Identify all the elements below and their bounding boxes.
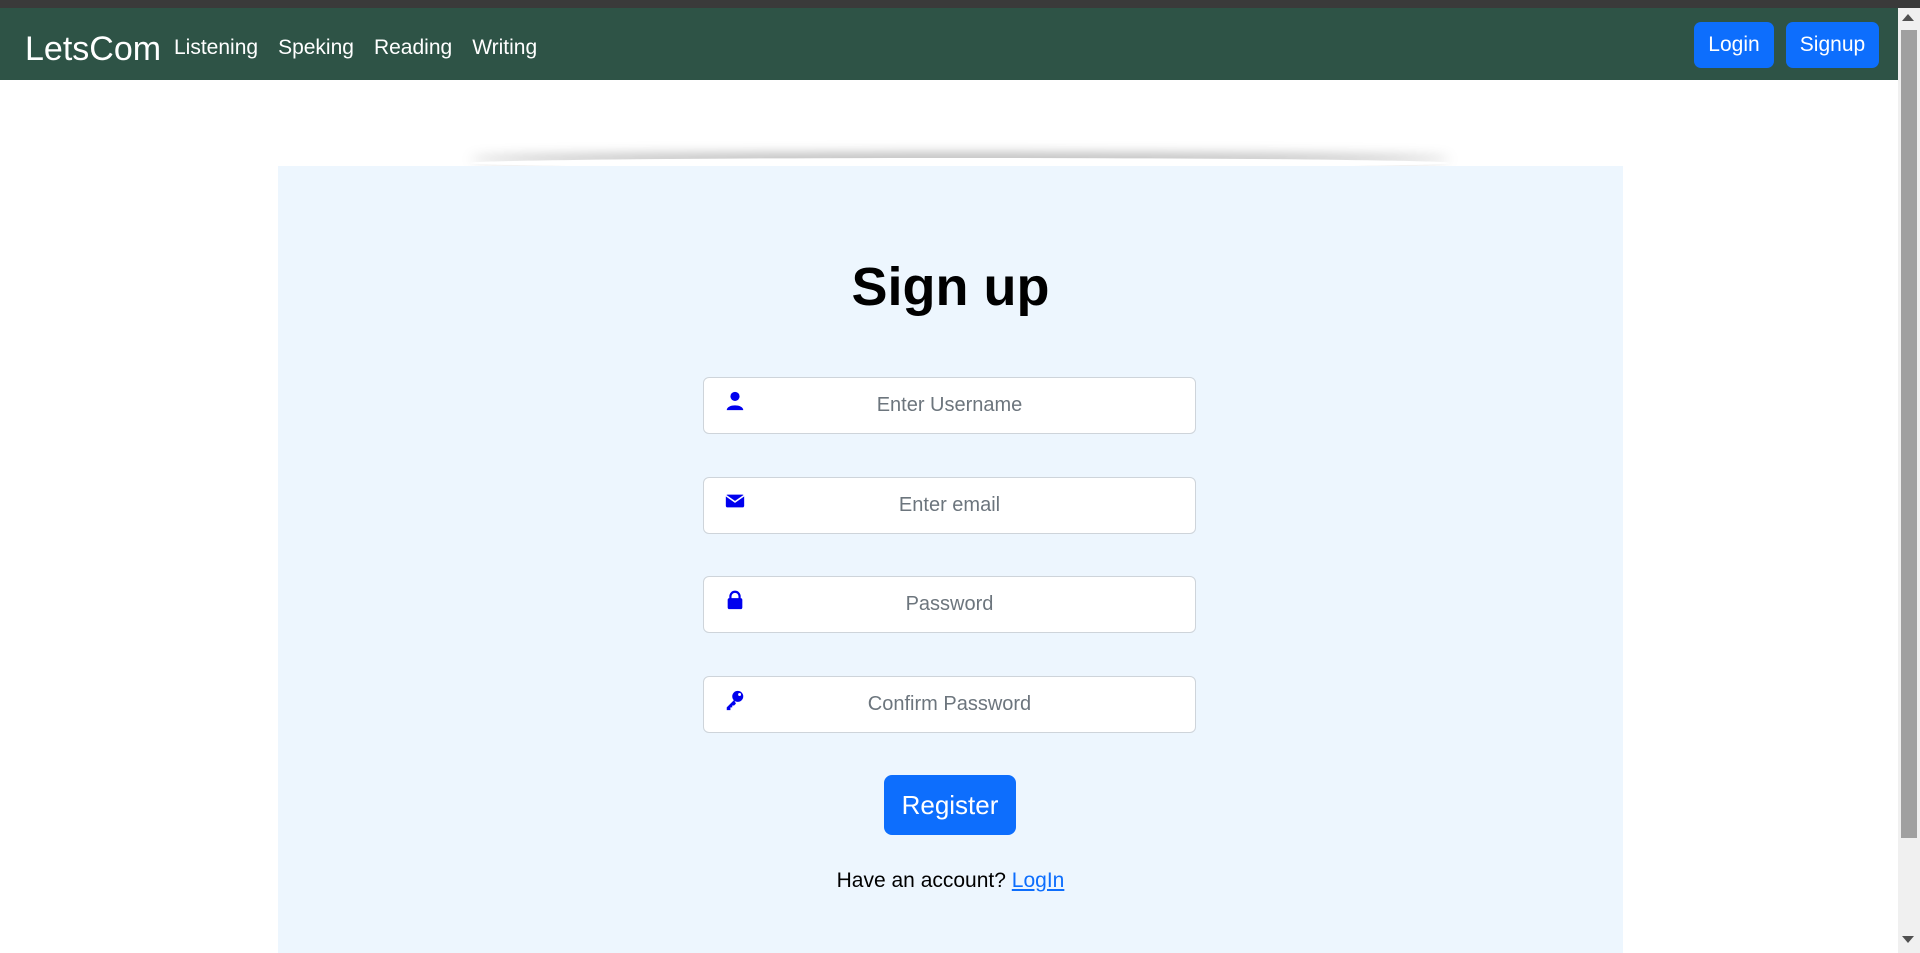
have-account-line: Have an account? LogIn [278,869,1623,893]
password-input[interactable] [704,577,1195,632]
password-field-wrapper [703,576,1196,633]
signup-card: Sign up Register Have an account? [278,166,1623,953]
nav-link-writing[interactable]: Writing [472,28,537,68]
register-button[interactable]: Register [884,775,1016,835]
nav-link-listening[interactable]: Listening [174,28,258,68]
scrollbar-thumb[interactable] [1901,30,1917,838]
have-account-text: Have an account? [836,869,1006,892]
key-icon [726,690,744,711]
brand-logo[interactable]: LetsCom [25,28,161,70]
envelope-icon [725,494,745,508]
nav-link-reading[interactable]: Reading [374,28,452,68]
vertical-scrollbar[interactable] [1898,8,1920,953]
login-link[interactable]: LogIn [1012,869,1065,892]
confirm-password-input[interactable] [704,677,1195,732]
window-top-strip [0,0,1920,8]
navbar: LetsCom Listening Speking Reading Writin… [0,8,1898,80]
nav-link-speaking[interactable]: Speking [278,28,354,68]
signup-button[interactable]: Signup [1786,22,1879,68]
nav-links: Listening Speking Reading Writing [174,28,557,68]
email-field-wrapper [703,477,1196,534]
username-field-wrapper [703,377,1196,434]
scroll-down-arrow-icon[interactable] [1902,936,1914,943]
lock-icon [727,590,743,610]
page-title: Sign up [851,257,1050,317]
scroll-up-arrow-icon[interactable] [1902,14,1914,21]
username-input[interactable] [704,378,1195,433]
email-input[interactable] [704,478,1195,533]
confirm-password-field-wrapper [703,676,1196,733]
user-icon [726,391,744,411]
login-button[interactable]: Login [1694,22,1774,68]
